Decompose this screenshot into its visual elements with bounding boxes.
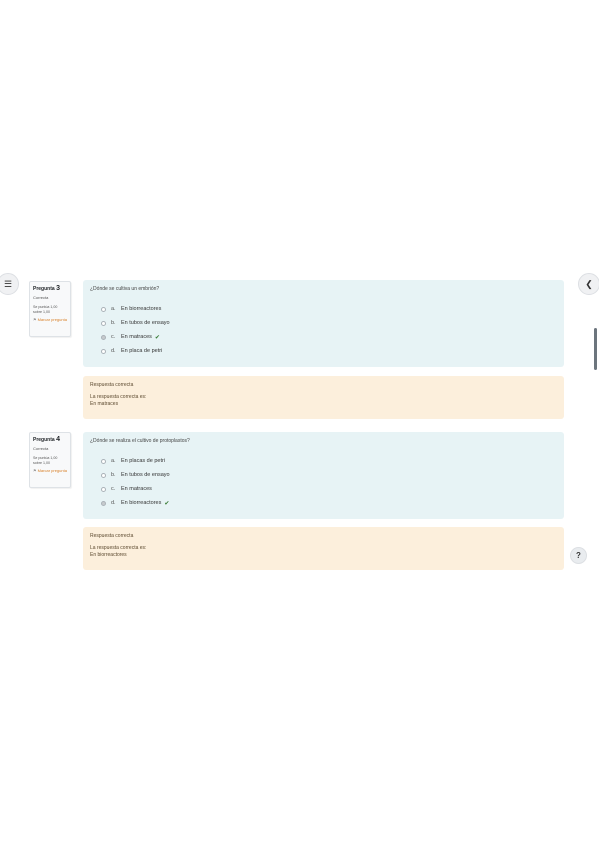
option-letter: a. bbox=[111, 458, 116, 464]
question-number: Pregunta 3 bbox=[33, 285, 67, 293]
question-text: ¿Dónde se cultiva un embrión? bbox=[90, 286, 160, 292]
question-state: Correcta bbox=[33, 446, 49, 451]
radio-button[interactable] bbox=[101, 486, 106, 492]
radio-button[interactable] bbox=[101, 320, 106, 326]
feedback-right-answer-label: La respuesta correcta es: bbox=[90, 545, 147, 551]
option-letter: c. bbox=[111, 334, 116, 340]
radio-button[interactable] bbox=[101, 306, 106, 312]
feedback-right-answer: En matraces bbox=[90, 401, 119, 407]
answer-option[interactable]: a. En placas de petri bbox=[101, 454, 557, 468]
feedback-title: Respuesta correcta bbox=[90, 533, 134, 539]
flag-icon: ⚑ bbox=[33, 468, 37, 473]
question-number-value: 4 bbox=[56, 436, 60, 443]
option-text: En placas de petri bbox=[121, 458, 166, 464]
option-letter: b. bbox=[111, 472, 116, 478]
answer-option[interactable]: d. En placa de petri bbox=[101, 344, 557, 358]
option-text: En matraces bbox=[121, 334, 152, 340]
feedback-right-answer-label: La respuesta correcta es: bbox=[90, 394, 147, 400]
question-grade: Se puntúa 1,00 sobre 1,00 bbox=[33, 456, 58, 465]
scrollbar[interactable] bbox=[594, 328, 597, 370]
answer-option[interactable]: c. En matraces ✔ bbox=[101, 330, 557, 344]
feedback-right-answer: En biorreactores bbox=[90, 552, 127, 558]
question-feedback-3: Respuesta correcta La respuesta correcta… bbox=[83, 376, 564, 419]
question-grade: Se puntúa 1,00 sobre 1,00 bbox=[33, 305, 58, 314]
option-letter: a. bbox=[111, 306, 116, 312]
question-text: ¿Dónde se realiza el cultivo de protopla… bbox=[90, 438, 190, 444]
answer-list: a. En placas de petri b. En tubos de ens… bbox=[90, 454, 557, 510]
question-number-value: 3 bbox=[56, 285, 60, 292]
help-button[interactable]: ? bbox=[570, 547, 587, 564]
option-text: En matraces bbox=[121, 486, 152, 492]
list-icon: ☰ bbox=[3, 278, 13, 289]
option-text: En tubos de ensayo bbox=[121, 472, 170, 478]
radio-button[interactable] bbox=[101, 472, 106, 478]
flag-label: Marcar pregunta bbox=[37, 317, 67, 322]
option-letter: d. bbox=[111, 348, 116, 354]
question-formulation-4: ¿Dónde se realiza el cultivo de protopla… bbox=[83, 432, 564, 519]
radio-button[interactable] bbox=[101, 458, 106, 464]
question-label: Pregunta bbox=[33, 437, 55, 443]
answer-list: a. En biorreactores b. En tubos de ensay… bbox=[90, 302, 557, 358]
option-letter: b. bbox=[111, 320, 116, 326]
radio-button-selected[interactable] bbox=[101, 334, 106, 340]
question-info-4: Pregunta 4 Correcta Se puntúa 1,00 sobre… bbox=[29, 432, 71, 488]
flag-question-link[interactable]: ⚑Marcar pregunta bbox=[33, 317, 67, 322]
answer-option[interactable]: d. En biorreactores ✔ bbox=[101, 496, 557, 510]
question-info-3: Pregunta 3 Correcta Se puntúa 1,00 sobre… bbox=[29, 281, 71, 337]
option-text: En placa de petri bbox=[121, 348, 163, 354]
feedback-title: Respuesta correcta bbox=[90, 382, 134, 388]
answer-option[interactable]: c. En matraces bbox=[101, 482, 557, 496]
drawer-toggle-right-button[interactable]: ❮ bbox=[578, 273, 599, 295]
answer-option[interactable]: a. En biorreactores bbox=[101, 302, 557, 316]
radio-button-selected[interactable] bbox=[101, 500, 106, 506]
answer-option[interactable]: b. En tubos de ensayo bbox=[101, 468, 557, 482]
correct-check-icon: ✔ bbox=[164, 500, 170, 507]
flag-question-link[interactable]: ⚑Marcar pregunta bbox=[33, 468, 67, 473]
option-text: En biorreactores bbox=[121, 500, 162, 506]
question-feedback-4: Respuesta correcta La respuesta correcta… bbox=[83, 527, 564, 570]
correct-check-icon: ✔ bbox=[154, 334, 160, 341]
question-state: Correcta bbox=[33, 295, 49, 300]
radio-button[interactable] bbox=[101, 348, 106, 354]
question-number: Pregunta 4 bbox=[33, 436, 67, 444]
option-text: En tubos de ensayo bbox=[121, 320, 170, 326]
option-text: En biorreactores bbox=[121, 306, 162, 312]
flag-label: Marcar pregunta bbox=[37, 468, 67, 473]
question-formulation-3: ¿Dónde se cultiva un embrión? a. En bior… bbox=[83, 280, 564, 367]
help-icon: ? bbox=[576, 551, 581, 560]
chevron-left-icon: ❮ bbox=[585, 278, 593, 289]
question-label: Pregunta bbox=[33, 286, 55, 292]
drawer-toggle-left-button[interactable]: ☰ bbox=[0, 273, 19, 295]
option-letter: c. bbox=[111, 486, 116, 492]
flag-icon: ⚑ bbox=[33, 317, 37, 322]
answer-option[interactable]: b. En tubos de ensayo bbox=[101, 316, 557, 330]
option-letter: d. bbox=[111, 500, 116, 506]
